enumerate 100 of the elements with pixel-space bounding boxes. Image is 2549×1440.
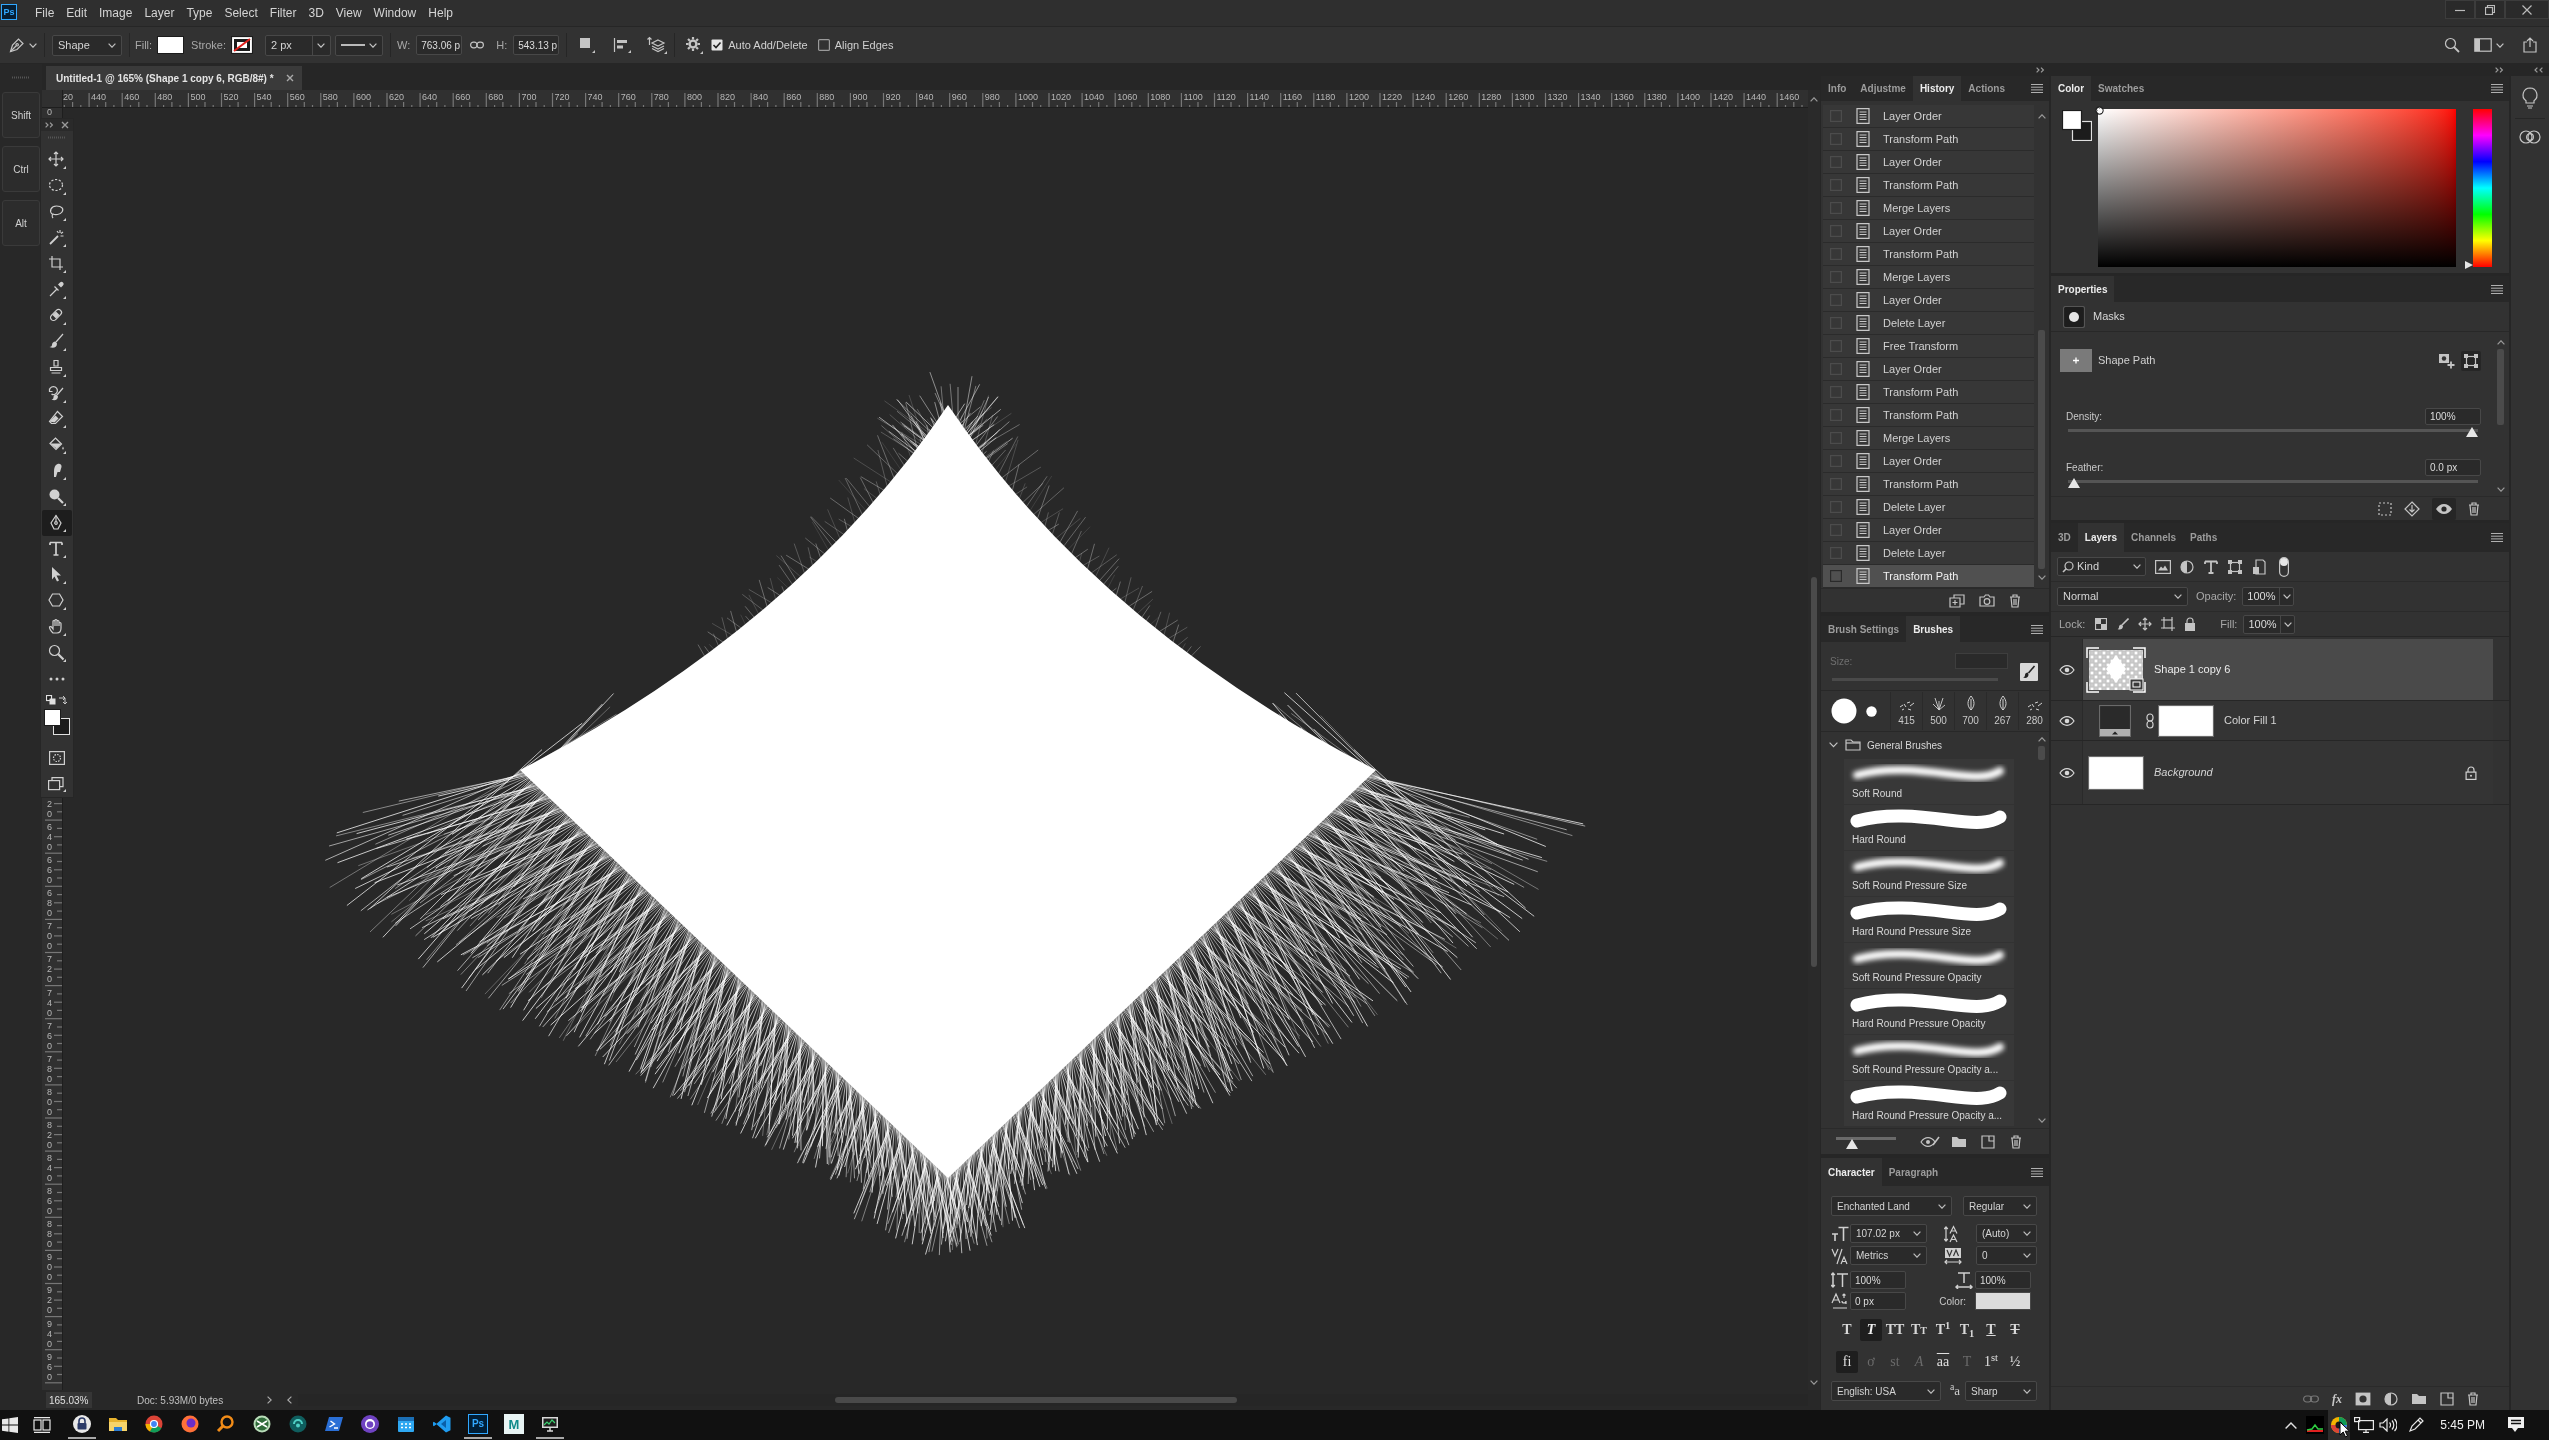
panel-menu-icon[interactable] <box>2031 624 2043 634</box>
new-layer-icon[interactable] <box>2440 1391 2454 1406</box>
panel-menu-icon[interactable] <box>2491 533 2503 542</box>
brush-preset[interactable]: Hard Round <box>1844 805 2014 850</box>
lock-pixels-icon[interactable] <box>2095 618 2108 630</box>
menu-item[interactable]: Select <box>218 2 264 24</box>
modifier-key[interactable]: Ctrl <box>2 146 40 192</box>
collapse-panels-icon[interactable] <box>2495 67 2504 73</box>
slider-thumb-icon[interactable] <box>2068 478 2080 488</box>
fill-field[interactable]: 100% <box>2243 614 2296 634</box>
history-state[interactable]: Transform Path <box>1823 565 2034 588</box>
brush-preset[interactable]: Hard Round Pressure Opacity a... <box>1844 1081 2014 1126</box>
history-state[interactable]: Merge Layers <box>1823 197 2034 220</box>
menu-item[interactable]: Layer <box>138 2 181 24</box>
menu-item[interactable]: Edit <box>60 2 94 24</box>
panel-tab[interactable]: Brush Settings <box>1821 616 1907 642</box>
modifier-key[interactable]: Alt <box>2 200 40 246</box>
scroll-up-button[interactable] <box>1808 90 1820 108</box>
value-field[interactable]: 100% <box>2425 407 2481 425</box>
text-style-button[interactable]: T <box>1836 1319 1858 1341</box>
pen-icon[interactable] <box>2408 1417 2425 1433</box>
expand-panels-icon[interactable] <box>2534 67 2543 73</box>
scroll-up-icon[interactable] <box>2037 737 2046 742</box>
text-color-swatch[interactable] <box>1975 1292 2031 1310</box>
apply-mask-icon[interactable] <box>2404 500 2420 517</box>
camera-icon[interactable] <box>1979 594 1995 607</box>
font-size-field[interactable]: 107.02 px <box>1850 1224 1927 1243</box>
share-icon[interactable] <box>2522 37 2538 53</box>
path-operations-icon[interactable] <box>579 37 596 53</box>
pixel-filter-icon[interactable] <box>2155 559 2171 574</box>
panel-tab[interactable]: Info <box>1821 76 1854 101</box>
scrollbar-thumb[interactable] <box>835 1397 1238 1403</box>
new-preset-icon[interactable] <box>1981 1134 1995 1149</box>
recent-brush[interactable]: 280 <box>2018 692 2050 730</box>
linked-circles-icon[interactable] <box>2518 129 2542 145</box>
history-state[interactable]: Transform Path <box>1823 381 2034 404</box>
swap-colors-icon[interactable] <box>58 695 68 705</box>
brush-group[interactable]: General Brushes <box>1821 735 2034 755</box>
filter-toggle-icon[interactable] <box>2279 556 2289 577</box>
panel-tab[interactable]: Properties <box>2051 276 2115 302</box>
history-state[interactable]: Merge Layers <box>1823 266 2034 289</box>
menu-item[interactable]: Window <box>367 2 423 24</box>
restore-button[interactable] <box>2475 0 2505 19</box>
filter-type-dropdown[interactable]: Kind <box>2057 557 2146 576</box>
menu-item[interactable]: File <box>29 2 61 24</box>
eye-icon[interactable] <box>2432 497 2456 520</box>
history-state[interactable]: Transform Path <box>1823 473 2034 496</box>
history-state[interactable]: Free Transform <box>1823 335 2034 358</box>
default-colors-icon[interactable] <box>46 695 56 705</box>
panel-tab[interactable]: Layers <box>2077 523 2125 552</box>
opentype-button[interactable]: ½ <box>2004 1351 2026 1373</box>
layer-style-button[interactable]: fx <box>2332 1389 2342 1408</box>
text-style-button[interactable]: T$_{1}$ <box>1956 1319 1978 1341</box>
brush-preset[interactable]: Soft Round Pressure Opacity a... <box>1844 1035 2014 1080</box>
brush-preset[interactable]: Soft Round <box>1844 759 2014 804</box>
menu-item[interactable]: Image <box>93 2 139 24</box>
document-tab[interactable]: Untitled-1 @ 165% (Shape 1 copy 6, RGB/8#) * <box>46 66 302 90</box>
adjustment-layer-icon[interactable] <box>2384 1391 2398 1406</box>
foreground-color-swatch[interactable] <box>44 709 61 726</box>
blend-mode-dropdown[interactable]: Normal <box>2057 587 2188 606</box>
scrollbar-thumb[interactable] <box>2038 746 2045 760</box>
no-stroke-swatch-icon[interactable] <box>230 36 253 54</box>
slider-track[interactable] <box>2068 425 2478 437</box>
brush-settings-icon[interactable] <box>2020 663 2038 681</box>
path-alignment-icon[interactable] <box>613 37 632 53</box>
collapse-panels-icon[interactable] <box>2036 67 2045 73</box>
history-state[interactable]: Merge Layers <box>1823 427 2034 450</box>
caret-icon[interactable] <box>2496 42 2504 48</box>
text-style-button[interactable]: TT <box>1908 1319 1930 1341</box>
folder-icon[interactable] <box>1951 1135 1967 1148</box>
kerning-field[interactable]: Metrics <box>1850 1246 1927 1265</box>
color-swatches-icon[interactable] <box>2062 110 2092 141</box>
vertical-scale-field[interactable]: 100% <box>1850 1271 1906 1289</box>
modifier-key[interactable]: Shift <box>2 92 40 138</box>
stroke-width-field[interactable]: 2 px <box>264 34 331 56</box>
trash-icon[interactable] <box>2467 1391 2479 1406</box>
brush-preset[interactable]: Soft Round Pressure Opacity <box>1844 943 2014 988</box>
panel-tab[interactable]: Paths <box>2183 523 2225 552</box>
new-document-icon[interactable] <box>1949 593 1965 608</box>
gear-icon[interactable] <box>685 36 704 54</box>
history-state[interactable]: Layer Order <box>1823 105 2034 128</box>
panel-tab[interactable]: 3D <box>2051 523 2078 552</box>
padlock-icon[interactable] <box>2184 617 2197 631</box>
recent-brush[interactable]: 415 <box>1890 692 1922 730</box>
scrollbar-thumb[interactable] <box>2497 349 2504 425</box>
brush-preset[interactable]: Hard Round Pressure Size <box>1844 897 2014 942</box>
adjustment-filter-icon[interactable] <box>2180 559 2194 574</box>
panel-tab[interactable]: Adjustme <box>1853 76 1913 101</box>
menu-item[interactable]: 3D <box>302 2 330 24</box>
panel-tab[interactable]: Channels <box>2124 523 2184 552</box>
link-layers-icon[interactable] <box>2303 1394 2319 1403</box>
history-state[interactable]: Transform Path <box>1823 243 2034 266</box>
brush-preset[interactable]: Hard Round Pressure Opacity <box>1844 989 2014 1034</box>
zoom-level-field[interactable]: 165.03% <box>46 1392 92 1408</box>
tracking-field[interactable]: 0 <box>1976 1246 2037 1265</box>
panel-tab[interactable]: Character <box>1821 1158 1882 1186</box>
shape-filter-icon[interactable] <box>2228 559 2242 574</box>
menu-item[interactable]: Help <box>422 2 459 24</box>
option-checkbox[interactable]: Align Edges <box>817 36 894 54</box>
panel-tab[interactable]: History <box>1912 76 1962 101</box>
